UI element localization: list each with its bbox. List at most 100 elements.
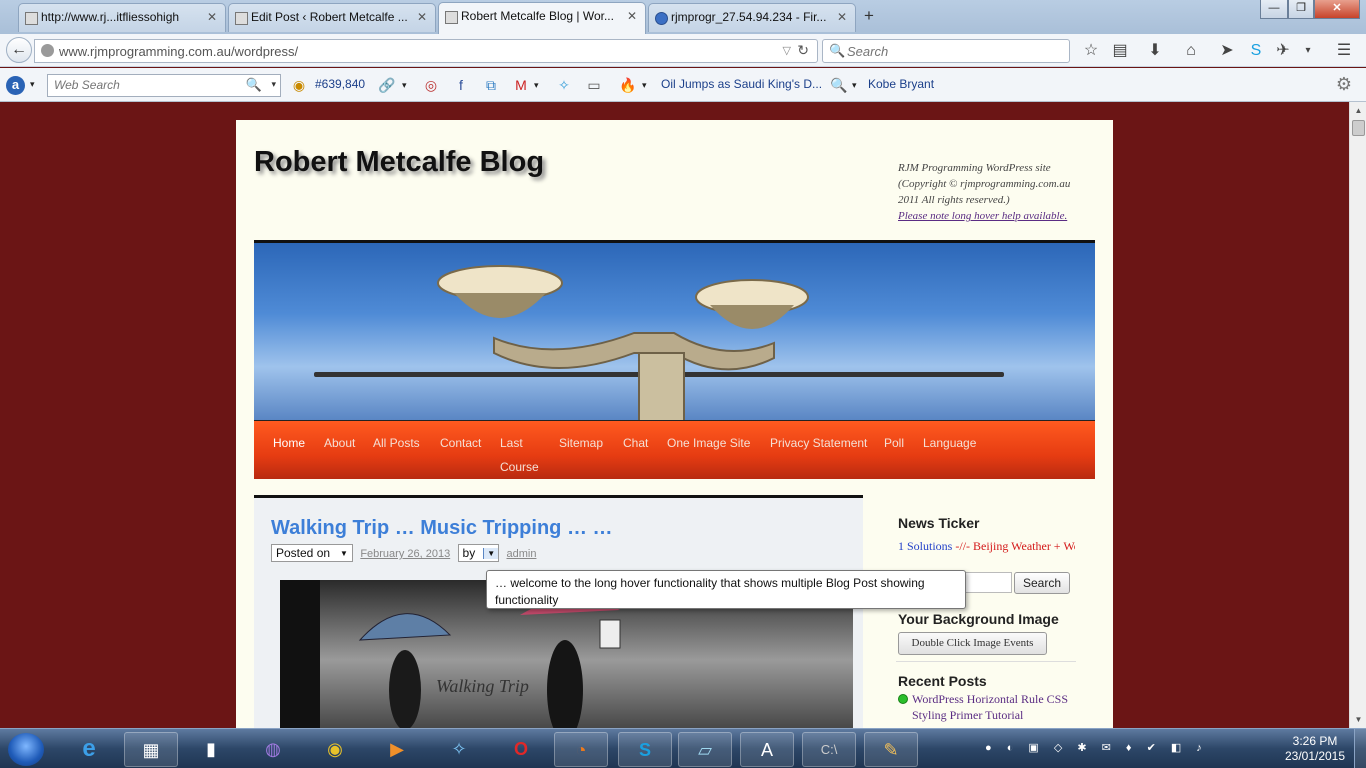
system-tray[interactable]: ● ◐ ▣ ◇ ✱ ✉ ♦ ✔ ◧ ♪: [985, 741, 1208, 754]
firefox-icon[interactable]: ◔: [554, 732, 608, 767]
close-icon[interactable]: ✕: [417, 10, 427, 24]
facebook-icon[interactable]: f: [452, 76, 470, 94]
recent-post-item[interactable]: WordPress Horizontal Rule CSS Styling Pr…: [896, 691, 1076, 723]
search-input[interactable]: [847, 44, 1057, 59]
scroll-up-icon[interactable]: ▲: [1350, 102, 1366, 119]
media-player-icon[interactable]: ▶: [370, 732, 424, 767]
downloads-icon[interactable]: ⬇: [1145, 41, 1165, 61]
new-tab-icon[interactable]: +: [864, 6, 874, 26]
chevron-down-icon[interactable]: ▾: [642, 80, 647, 91]
nav-chat[interactable]: Chat: [623, 431, 648, 455]
by-select[interactable]: by ▼: [457, 544, 500, 562]
close-icon[interactable]: ✕: [837, 10, 847, 24]
opera-icon[interactable]: O: [494, 732, 548, 767]
ask-logo-icon[interactable]: a: [6, 76, 25, 95]
close-window-button[interactable]: ✕: [1314, 0, 1360, 19]
toolbar-dropdown-icon[interactable]: ▾: [1298, 41, 1318, 61]
recent-post-link[interactable]: WordPress Horizontal Rule CSS Styling Pr…: [896, 691, 1076, 723]
globe-rank-icon[interactable]: ◉: [290, 76, 308, 94]
home-icon[interactable]: ⌂: [1181, 41, 1201, 61]
chrome-icon[interactable]: ◉: [308, 732, 362, 767]
chevron-down-icon[interactable]: ▾: [271, 79, 276, 90]
tab-robert-metcalfe-blog[interactable]: Robert Metcalfe Blog | Wor... ✕: [438, 2, 646, 34]
site-identity-icon[interactable]: [41, 44, 54, 57]
share-icon[interactable]: ⧉: [482, 76, 500, 94]
site-title[interactable]: Robert Metcalfe Blog: [254, 146, 544, 179]
minimize-button[interactable]: —: [1260, 0, 1288, 19]
tab-rjmprogr-ip[interactable]: rjmprogr_27.54.94.234 - Fir... ✕: [648, 3, 856, 32]
reload-icon[interactable]: ↻: [797, 42, 809, 59]
reading-list-icon[interactable]: ▤: [1110, 41, 1130, 61]
fire-icon[interactable]: 🔥: [619, 76, 637, 94]
notes-icon[interactable]: ▱: [678, 732, 732, 767]
vertical-scrollbar[interactable]: ▲ ▼: [1349, 102, 1366, 728]
trending-link[interactable]: Kobe Bryant: [868, 77, 934, 91]
text-editor-icon[interactable]: A: [740, 732, 794, 767]
close-icon[interactable]: ✕: [627, 9, 637, 23]
post-date-link[interactable]: February 26, 2013: [360, 548, 450, 560]
terminal-app-icon[interactable]: ▮: [184, 732, 238, 767]
nav-home[interactable]: Home: [273, 431, 305, 455]
author-link[interactable]: admin: [507, 548, 537, 560]
posted-on-select[interactable]: Posted on ▼: [271, 544, 353, 562]
nav-all-posts[interactable]: All Posts: [373, 431, 420, 455]
send-icon[interactable]: ➤: [1217, 41, 1237, 61]
hover-help-link[interactable]: Please note long hover help available.: [898, 208, 1098, 224]
command-prompt-icon[interactable]: C:\: [802, 732, 856, 767]
chevron-down-icon[interactable]: ▾: [852, 80, 857, 91]
scroll-thumb[interactable]: [1352, 120, 1365, 136]
nav-sitemap[interactable]: Sitemap: [559, 431, 603, 455]
chevron-down-icon[interactable]: ▾: [30, 79, 35, 90]
addon-icon[interactable]: ✈: [1273, 41, 1293, 61]
tab-rjm-itflies[interactable]: http://www.rj...itflies​sohigh ✕: [18, 3, 226, 32]
link-icon[interactable]: 🔗: [378, 76, 396, 94]
chevron-down-icon[interactable]: ▾: [534, 80, 539, 91]
paint-icon[interactable]: ✎: [864, 732, 918, 767]
show-desktop-button[interactable]: [1354, 729, 1366, 768]
menu-icon[interactable]: ☰: [1334, 41, 1354, 61]
nav-language[interactable]: Language: [923, 431, 976, 455]
safari-icon[interactable]: ✧: [432, 732, 486, 767]
news-headline-link[interactable]: Oil Jumps as Saudi King's D...: [661, 77, 822, 91]
search-icon[interactable]: 🔍: [246, 77, 262, 93]
id-card-icon[interactable]: ▭: [585, 76, 603, 94]
ticker-item[interactable]: -//- Beijing Weather + Wo: [952, 539, 1075, 553]
nav-contact[interactable]: Contact: [440, 431, 481, 455]
chevron-down-icon[interactable]: ▾: [402, 80, 407, 91]
maximize-button[interactable]: ❐: [1288, 0, 1314, 19]
alexa-rank[interactable]: #639,840: [315, 77, 365, 91]
sidebar-search-button[interactable]: Search: [1014, 572, 1070, 594]
double-click-image-events-button[interactable]: Double Click Image Events: [898, 632, 1047, 655]
eclipse-icon[interactable]: ◍: [246, 732, 300, 767]
history-dropdown-icon[interactable]: ▽: [783, 44, 791, 57]
gmail-icon[interactable]: M: [512, 76, 530, 94]
skype-icon[interactable]: S: [1246, 41, 1266, 61]
tab-edit-post[interactable]: Edit Post ‹ Robert Metcalfe ... ✕: [228, 3, 436, 32]
radio-icon[interactable]: ◎: [422, 76, 440, 94]
post-title-link[interactable]: Walking Trip … Music Tripping … …: [271, 517, 613, 540]
url-text[interactable]: www.rjmprogramming.com.au/wordpress/: [59, 44, 298, 59]
web-search-input[interactable]: [54, 78, 244, 92]
address-bar[interactable]: www.rjmprogramming.com.au/wordpress/ ▽ ↻: [34, 39, 818, 63]
close-icon[interactable]: ✕: [207, 10, 217, 24]
sparkle-icon[interactable]: ✧: [555, 76, 573, 94]
nav-about[interactable]: About: [324, 431, 355, 455]
bookmark-star-icon[interactable]: ☆: [1081, 41, 1101, 61]
trending-search-icon[interactable]: 🔍: [830, 76, 848, 94]
nav-poll[interactable]: Poll: [884, 431, 904, 455]
web-search-box[interactable]: 🔍 ▾: [47, 74, 281, 97]
nav-privacy-statement[interactable]: Privacy Statement: [770, 431, 867, 455]
scroll-down-icon[interactable]: ▼: [1350, 711, 1366, 728]
gear-icon[interactable]: ⚙: [1336, 74, 1352, 95]
nav-one-image-site[interactable]: One Image Site: [667, 431, 750, 455]
nav-last-course[interactable]: Last Course: [500, 431, 539, 479]
ticker-item[interactable]: 1 Solutions: [898, 539, 952, 553]
news-ticker[interactable]: 1 Solutions -//- Beijing Weather + Wo: [898, 539, 1075, 554]
back-button[interactable]: ←: [6, 37, 32, 63]
internet-explorer-icon[interactable]: e: [62, 732, 116, 767]
search-bar[interactable]: 🔍: [822, 39, 1070, 63]
skype-taskbar-icon[interactable]: S: [618, 732, 672, 767]
start-button[interactable]: [8, 733, 44, 766]
file-explorer-icon[interactable]: ▦: [124, 732, 178, 767]
system-clock[interactable]: 3:26 PM 23/01/2015: [1284, 734, 1346, 764]
